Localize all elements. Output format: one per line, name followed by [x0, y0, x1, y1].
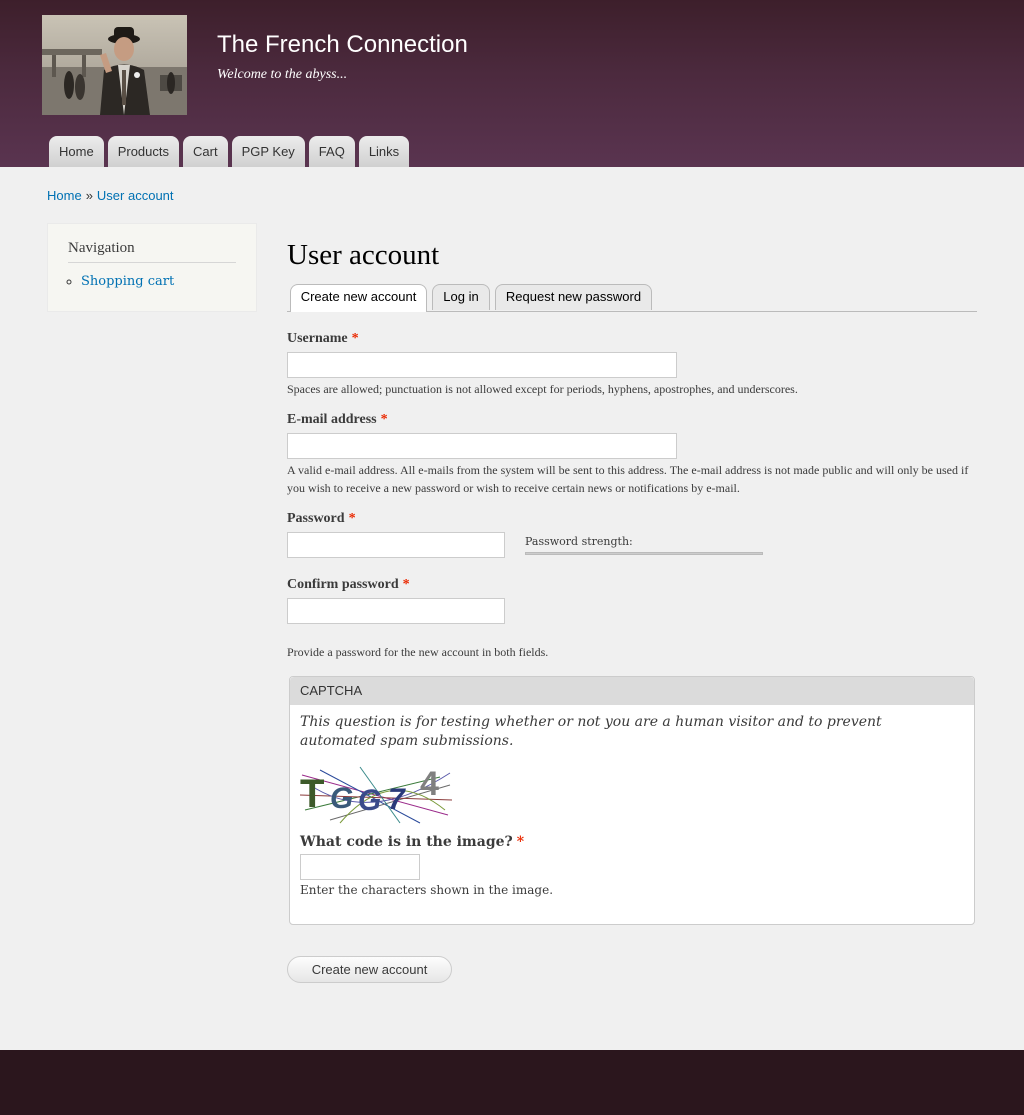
tab-request-new-password[interactable]: Request new password: [495, 284, 652, 310]
email-label-text: E-mail address: [287, 412, 377, 427]
captcha-glyph-1: T: [300, 772, 324, 816]
username-description: Spaces are allowed; punctuation is not a…: [287, 382, 798, 396]
confirm-password-label-text: Confirm password: [287, 577, 399, 592]
confirm-password-description: Provide a password for the new account i…: [287, 645, 549, 659]
username-field[interactable]: [287, 352, 677, 378]
site-slogan: Welcome to the abyss...: [217, 67, 348, 82]
main-menu-pgp-key[interactable]: PGP Key: [231, 136, 305, 167]
breadcrumb: Home» User account: [47, 188, 174, 203]
required-marker: *: [351, 331, 359, 346]
email-description: A valid e-mail address. All e-mails from…: [287, 463, 969, 495]
captcha-response-field[interactable]: [300, 854, 420, 880]
sidebar-title: Navigation: [68, 240, 135, 256]
breadcrumb-current[interactable]: User account: [97, 188, 174, 203]
password-strength-label: Password strength:: [525, 535, 633, 548]
sidebar-menu: Shopping cart: [68, 274, 174, 289]
sidebar-navigation-block: Navigation Shopping cart: [47, 223, 257, 312]
tab-create-new-account[interactable]: Create new account: [290, 284, 427, 312]
main-menu: Home Products Cart PGP Key FAQ Links: [49, 136, 410, 167]
password-field[interactable]: [287, 532, 505, 558]
captcha-glyph-5: 4: [420, 765, 439, 803]
breadcrumb-home[interactable]: Home: [47, 188, 82, 203]
username-label: Username *: [287, 331, 359, 347]
captcha-help: Enter the characters shown in the image.: [300, 883, 554, 897]
password-label-text: Password: [287, 511, 345, 526]
account-tabs: Create new account Log in Request new pa…: [287, 282, 977, 312]
required-marker: *: [348, 511, 356, 526]
captcha-image: T G G 7 4: [299, 765, 453, 825]
page-title: User account: [287, 239, 440, 271]
captcha-fieldset: CAPTCHA This question is for testing whe…: [289, 676, 975, 925]
create-account-button[interactable]: Create new account: [287, 956, 452, 983]
main-menu-faq[interactable]: FAQ: [308, 136, 355, 167]
breadcrumb-separator: »: [85, 188, 93, 203]
sidebar-item-shopping-cart: Shopping cart: [81, 274, 174, 289]
sidebar-divider: [68, 262, 236, 263]
confirm-password-label: Confirm password *: [287, 577, 410, 593]
confirm-password-field[interactable]: [287, 598, 505, 624]
sidebar-link-shopping-cart[interactable]: Shopping cart: [81, 274, 174, 289]
tab-log-in[interactable]: Log in: [432, 284, 490, 310]
main-menu-home[interactable]: Home: [49, 136, 104, 167]
captcha-description: This question is for testing whether or …: [300, 714, 882, 749]
captcha-legend: CAPTCHA: [290, 677, 974, 705]
email-label: E-mail address *: [287, 412, 388, 428]
required-marker: *: [402, 577, 410, 592]
site-header: The French Connection Welcome to the aby…: [0, 0, 1024, 167]
captcha-glyph-3: G: [358, 784, 381, 817]
password-label: Password *: [287, 511, 356, 527]
main-menu-cart[interactable]: Cart: [183, 136, 228, 167]
site-footer: [0, 1050, 1024, 1115]
main-menu-links[interactable]: Links: [358, 136, 410, 167]
required-marker: *: [516, 834, 525, 850]
captcha-glyph-2: G: [330, 782, 353, 815]
logo-photo: [42, 15, 187, 115]
captcha-question-text: What code is in the image?: [300, 834, 513, 850]
captcha-glyph-4: 7: [388, 783, 406, 816]
email-field[interactable]: [287, 433, 677, 459]
required-marker: *: [380, 412, 388, 427]
password-strength-bar: [525, 552, 763, 555]
site-logo[interactable]: [42, 15, 187, 115]
username-label-text: Username: [287, 331, 348, 346]
captcha-question-label: What code is in the image? *: [300, 834, 524, 850]
site-name[interactable]: The French Connection: [217, 31, 468, 59]
main-menu-products[interactable]: Products: [107, 136, 179, 167]
